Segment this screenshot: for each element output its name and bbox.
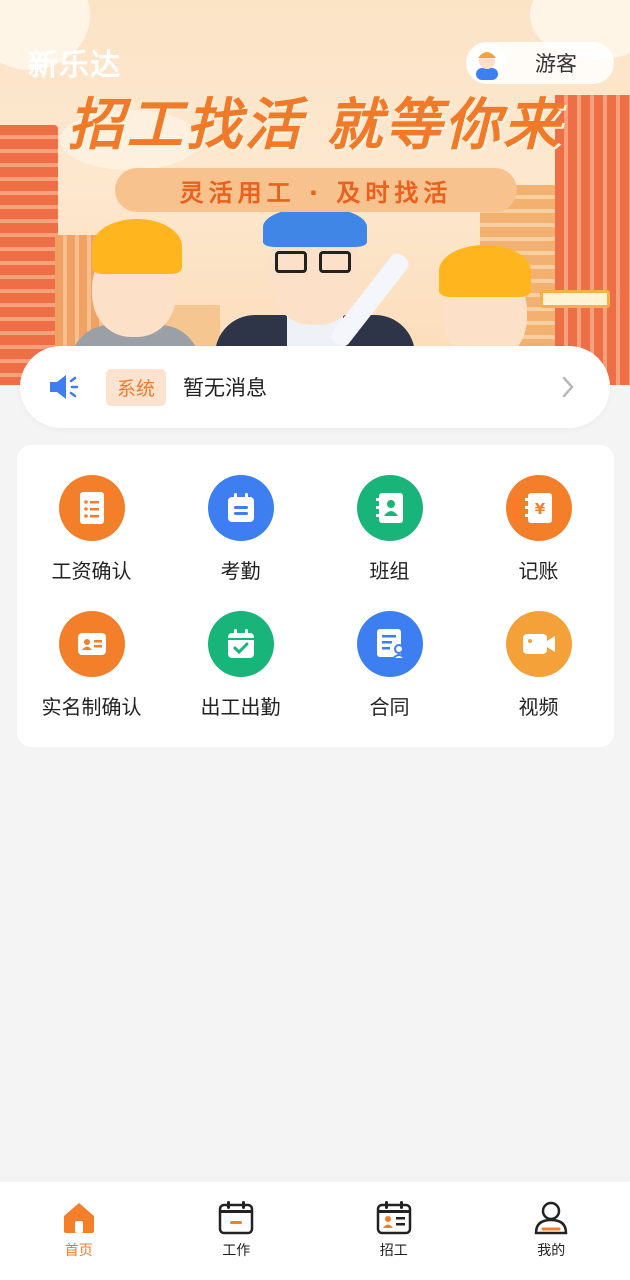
feature-video[interactable]: 视频 bbox=[464, 611, 613, 720]
feature-team[interactable]: 班组 bbox=[315, 475, 464, 584]
banner-headline: 招工找活 就等你来 bbox=[67, 93, 563, 158]
feature-wage-confirm[interactable]: 工资确认 bbox=[17, 475, 166, 584]
video-camera-icon bbox=[505, 611, 572, 677]
tab-recruit[interactable]: 招工 bbox=[315, 1182, 473, 1280]
tab-label: 我的 bbox=[537, 1243, 566, 1259]
feature-bookkeeping[interactable]: ¥ 记账 bbox=[464, 475, 613, 584]
user-name: 游客 bbox=[535, 52, 577, 76]
tab-label: 招工 bbox=[379, 1243, 408, 1259]
speaker-icon bbox=[50, 375, 79, 399]
feature-label: 记账 bbox=[518, 559, 559, 583]
tab-home[interactable]: 首页 bbox=[0, 1182, 158, 1280]
profile-icon bbox=[534, 1201, 568, 1235]
calendar-check-icon bbox=[207, 611, 274, 677]
user-chip[interactable]: 游客 bbox=[466, 42, 614, 84]
feature-grid: 工资确认 考勤 班组 ¥ 记账 实名制确认 出工出勤 合同 视频 bbox=[17, 475, 614, 720]
notice-tag: 系统 bbox=[106, 368, 167, 406]
feature-contract[interactable]: 合同 bbox=[315, 611, 464, 720]
app-logo: 新乐达 bbox=[28, 48, 121, 83]
tab-label: 工作 bbox=[222, 1243, 251, 1259]
notice-bar[interactable]: 系统 暂无消息 bbox=[20, 346, 610, 428]
tab-work[interactable]: 工作 bbox=[158, 1182, 316, 1280]
calendar-icon bbox=[207, 475, 274, 541]
svg-text:¥: ¥ bbox=[534, 500, 545, 518]
tab-label: 首页 bbox=[64, 1243, 93, 1259]
feature-work-attendance[interactable]: 出工出勤 bbox=[166, 611, 315, 720]
id-card-icon bbox=[58, 611, 125, 677]
worker-avatar-icon bbox=[476, 52, 498, 80]
building-decoration bbox=[0, 125, 58, 385]
work-calendar-icon bbox=[219, 1201, 254, 1235]
banner-subtitle: 灵活用工 · 及时找活 bbox=[115, 168, 517, 212]
feature-label: 视频 bbox=[518, 695, 559, 719]
contact-book-icon bbox=[356, 475, 423, 541]
feature-attendance[interactable]: 考勤 bbox=[166, 475, 315, 584]
bottom-tabbar: 首页 工作 招工 我的 bbox=[0, 1182, 630, 1280]
feature-label: 合同 bbox=[369, 695, 410, 719]
home-icon bbox=[63, 1203, 94, 1233]
feature-label: 实名制确认 bbox=[41, 695, 142, 719]
ledger-yuan-icon: ¥ bbox=[505, 475, 572, 541]
avatar[interactable] bbox=[467, 43, 507, 83]
recruit-icon bbox=[376, 1201, 411, 1235]
tab-profile[interactable]: 我的 bbox=[473, 1182, 630, 1280]
feature-label: 班组 bbox=[369, 559, 410, 583]
feature-label: 出工出勤 bbox=[200, 695, 281, 719]
notice-message: 暂无消息 bbox=[183, 376, 268, 400]
feature-grid-card: 工资确认 考勤 班组 ¥ 记账 实名制确认 出工出勤 合同 视频 bbox=[17, 445, 614, 747]
feature-label: 工资确认 bbox=[51, 559, 132, 583]
feature-label: 考勤 bbox=[220, 559, 261, 583]
payslip-icon bbox=[58, 475, 125, 541]
contract-icon bbox=[356, 611, 423, 677]
level-tool-decoration bbox=[540, 290, 610, 308]
feature-realname-confirm[interactable]: 实名制确认 bbox=[17, 611, 166, 720]
chevron-right-icon[interactable] bbox=[560, 375, 576, 399]
